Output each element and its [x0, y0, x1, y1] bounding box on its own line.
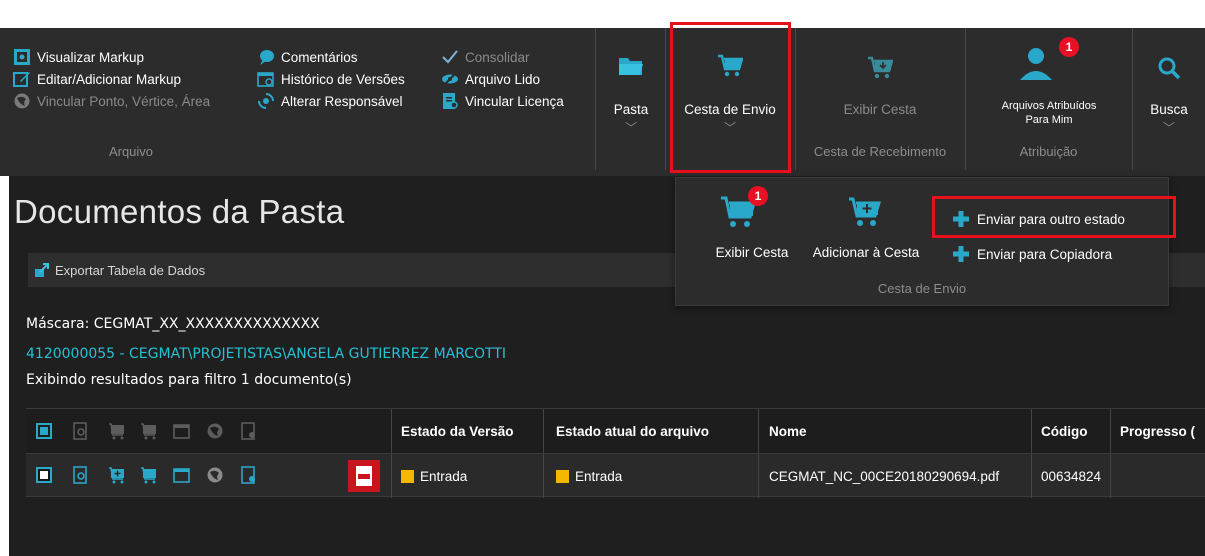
left-edge: [0, 176, 9, 556]
status-square: [401, 469, 414, 483]
pasta-button[interactable]: Pasta ﹀: [605, 54, 657, 136]
view-icon[interactable]: [72, 466, 90, 484]
col-separator: [543, 409, 544, 454]
col-header-estado-versao[interactable]: Estado da Versão: [393, 409, 514, 454]
col-separator: [1031, 454, 1032, 498]
col-header-codigo[interactable]: Código: [1033, 409, 1088, 454]
globe-icon: [207, 423, 223, 439]
visualizar-markup-button[interactable]: Visualizar Markup: [13, 46, 210, 68]
user-path-label: 4120000055 - CEGMAT\PROJETISTAS\ANGELA G…: [26, 346, 507, 362]
arquivo-lido-button[interactable]: Arquivo Lido: [441, 68, 564, 90]
folder-icon: [619, 58, 643, 75]
search-icon: [1158, 57, 1181, 80]
cart-download-icon: [868, 56, 893, 79]
plus-icon: [953, 246, 969, 262]
dropdown-exibir-cesta-label[interactable]: Exibir Cesta: [690, 245, 814, 260]
page-title: Documentos da Pasta: [14, 193, 345, 230]
eye-off-icon: [442, 71, 458, 87]
export-button[interactable]: Exportar Tabela de Dados: [34, 262, 205, 278]
license-icon: [443, 93, 458, 109]
check-icon: [442, 50, 458, 64]
exibir-cesta-ribbon-button[interactable]: Exibir Cesta: [800, 56, 960, 117]
group-label-cesta-recebimento: Cesta de Recebimento: [813, 144, 947, 159]
group-label-arquivo: Arquivo: [108, 144, 154, 159]
col-header-progresso[interactable]: Progresso (: [1112, 409, 1195, 454]
col-separator: [391, 409, 392, 454]
arquivo-col1: Visualizar Markup Editar/Adicionar Marku…: [13, 46, 210, 112]
table-row[interactable]: Entrada Entrada CEGMAT_NC_00CE2018029069…: [26, 453, 1205, 498]
historico-versoes-button[interactable]: Histórico de Versões: [257, 68, 405, 90]
adicionar-cesta-button[interactable]: Adicionar à Cesta: [800, 245, 932, 260]
arquivo-col3: Consolidar Arquivo Lido Vincular Licença: [441, 46, 564, 112]
vincular-licenca-button[interactable]: Vincular Licença: [441, 90, 564, 112]
license-icon: [241, 422, 255, 440]
col-separator: [758, 454, 759, 498]
enviar-copiadora-button[interactable]: Enviar para Copiadora: [952, 245, 1112, 263]
cart-add-icon[interactable]: [108, 466, 126, 484]
select-all-checkbox[interactable]: [36, 423, 52, 439]
arquivo-col2: Comentários Histórico de Versões Alterar…: [257, 46, 405, 112]
col-separator: [758, 409, 759, 454]
row-checkbox[interactable]: [36, 467, 52, 483]
cart-add-icon: [848, 196, 882, 232]
ribbon-separator: [1132, 28, 1133, 170]
change-owner-icon: [258, 93, 274, 109]
highlight-enviar-estado: [932, 196, 1176, 238]
chevron-down-icon: ﹀: [1162, 121, 1175, 135]
ribbon-separator: [595, 28, 596, 170]
globe-icon[interactable]: [206, 466, 224, 484]
cell-codigo: 00634824: [1041, 468, 1102, 484]
cart-count-badge: 1: [748, 186, 768, 206]
group-label-atribuicao: Atribuição: [1019, 144, 1078, 159]
calendar-history-icon: [257, 72, 274, 87]
ribbon-separator: [665, 28, 666, 170]
editar-markup-button[interactable]: Editar/Adicionar Markup: [13, 68, 210, 90]
cart-icon[interactable]: [140, 466, 158, 484]
view-icon: [73, 422, 87, 440]
col-separator: [1110, 454, 1111, 498]
comment-icon: [260, 50, 274, 65]
table-header: Estado da Versão Estado atual do arquivo…: [26, 408, 1205, 454]
dropdown-group-label: Cesta de Envio: [877, 281, 967, 296]
col-separator: [1031, 409, 1032, 454]
mask-label: Máscara: CEGMAT_XX_XXXXXXXXXXXXXX: [26, 316, 320, 332]
alterar-responsavel-button[interactable]: Alterar Responsável: [257, 90, 405, 112]
col-header-estado-atual[interactable]: Estado atual do arquivo: [548, 409, 709, 454]
pdf-file-icon[interactable]: [348, 460, 380, 492]
assigned-badge: 1: [1059, 37, 1079, 57]
comentarios-button[interactable]: Comentários: [257, 46, 405, 68]
edit-markup-icon: [13, 72, 30, 87]
cell-estado-atual: Entrada: [548, 454, 622, 498]
export-icon: [35, 263, 49, 277]
globe-link-icon: [14, 93, 30, 109]
highlight-cesta-envio: [670, 22, 791, 173]
cart-icon: [141, 423, 156, 440]
col-separator: [543, 454, 544, 498]
license-icon[interactable]: [240, 466, 258, 484]
cart-add-icon: [109, 423, 124, 440]
calendar-history-icon: [173, 424, 190, 439]
busca-button[interactable]: Busca ﹀: [1140, 56, 1198, 136]
cell-nome: CEGMAT_NC_00CE20180290694.pdf: [769, 468, 1000, 484]
filter-results-label: Exibindo resultados para filtro 1 docume…: [26, 372, 352, 388]
col-header-nome[interactable]: Nome: [761, 409, 807, 454]
chevron-down-icon: ﹀: [624, 121, 637, 135]
view-markup-icon: [14, 49, 30, 65]
col-separator: [1110, 409, 1111, 454]
vincular-ponto-button[interactable]: Vincular Ponto, Vértice, Área: [13, 90, 210, 112]
top-strip: [0, 0, 1205, 28]
col-separator: [391, 454, 392, 498]
consolidar-button[interactable]: Consolidar: [441, 46, 564, 68]
cell-estado-versao: Entrada: [393, 454, 467, 498]
status-square: [556, 469, 569, 483]
arquivos-atribuidos-button[interactable]: Arquivos Atribuídos Para Mim: [970, 99, 1128, 127]
calendar-history-icon[interactable]: [173, 466, 191, 484]
